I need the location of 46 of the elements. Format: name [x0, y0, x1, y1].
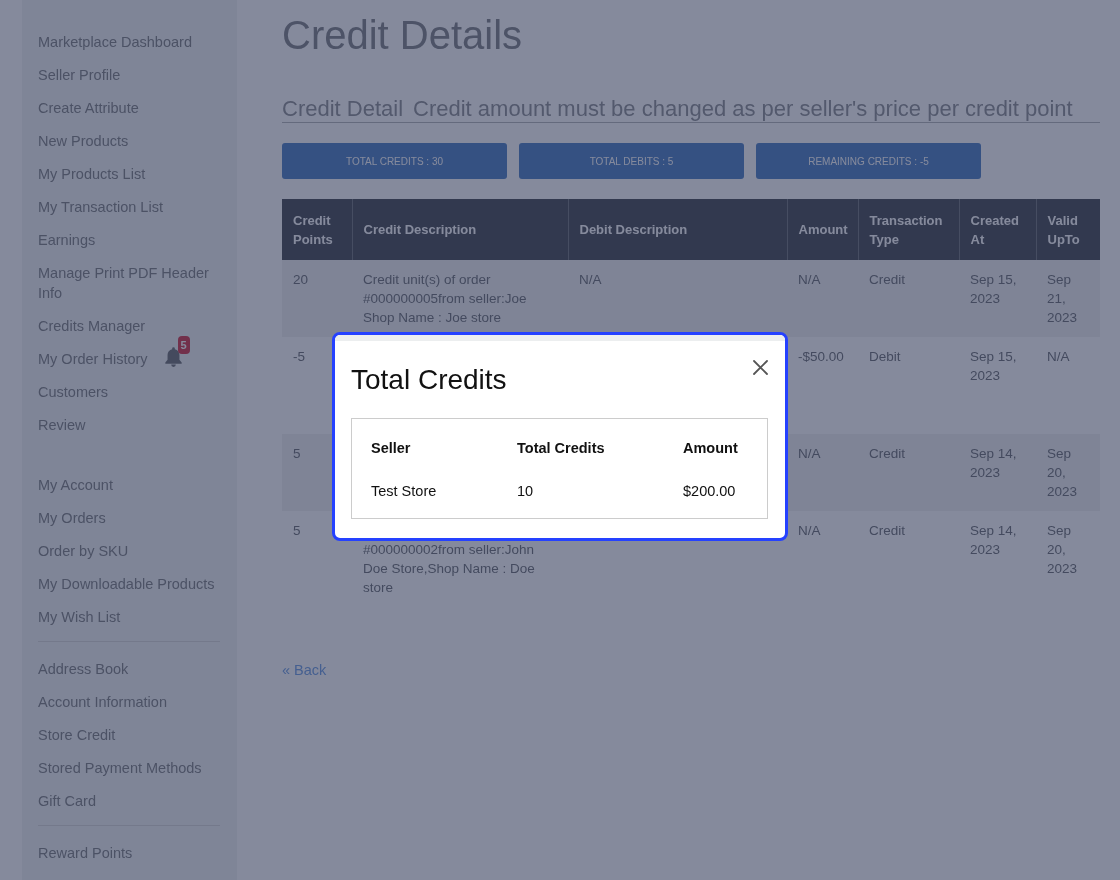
column-header: Debit Description [568, 199, 787, 260]
amount-value: $200.00 [683, 483, 736, 499]
close-icon [753, 360, 768, 375]
modal-title: Total Credits [351, 363, 507, 397]
date-text: N/A [1047, 348, 1070, 366]
amount-value: N/A [798, 522, 821, 540]
amount-value: N/A [798, 271, 821, 289]
credit-points-value: 5 [293, 445, 301, 463]
credits-value: 10 [517, 483, 534, 499]
column-header: Credit Points [282, 199, 352, 260]
amount-value: N/A [798, 445, 821, 463]
credit-points-value: 5 [293, 522, 301, 540]
column-header: Transaction Type [858, 199, 959, 260]
credit-summary-button[interactable]: TOTAL CREDITS : 30 [282, 143, 507, 179]
description-text: #000000002from seller:John Doe Store,Shop Name : Doe store [363, 541, 536, 597]
credit-points-value: 20 [293, 271, 309, 289]
column-header: Credit Description [352, 199, 568, 260]
column-header: Amount [787, 199, 858, 260]
column-header: Amount [683, 440, 738, 456]
date-text: Sep 20, 2023 [1047, 522, 1079, 578]
column-header: Created At [959, 199, 1036, 260]
back-link[interactable]: « Back [282, 660, 327, 680]
date-text: Sep 20, 2023 [1047, 445, 1079, 501]
credit-summary-button[interactable]: TOTAL DEBITS : 5 [519, 143, 744, 179]
transaction-type-text: Credit [869, 445, 905, 463]
amount-value: -$50.00 [798, 348, 844, 366]
notification-badge: 5 [177, 335, 190, 354]
close-button[interactable] [753, 360, 768, 375]
transaction-type-text: Credit [869, 271, 905, 289]
date-text: Sep 14, 2023 [970, 522, 1018, 559]
description-text: Credit unit(s) of order #000000005from seller:Joe Shop Name : Joe store [363, 271, 528, 327]
date-text: Sep 21, 2023 [1047, 271, 1079, 327]
credit-points-value: -5 [293, 348, 305, 366]
date-text: Sep 15, 2023 [970, 271, 1018, 308]
seller-name: Test Store [371, 483, 437, 499]
description-text: N/A [579, 271, 602, 289]
column-header: Total Credits [517, 440, 605, 456]
transaction-type-text: Credit [869, 522, 905, 540]
column-header: Seller [371, 440, 411, 456]
credit-summary-button[interactable]: REMAINING CREDITS : -5 [756, 143, 981, 179]
bell-icon[interactable] [164, 346, 182, 367]
date-text: Sep 14, 2023 [970, 445, 1018, 482]
date-text: Sep 15, 2023 [970, 348, 1018, 385]
transaction-type-text: Debit [869, 348, 901, 366]
column-header: Valid UpTo [1036, 199, 1100, 260]
page-title: Credit Details [282, 12, 524, 59]
